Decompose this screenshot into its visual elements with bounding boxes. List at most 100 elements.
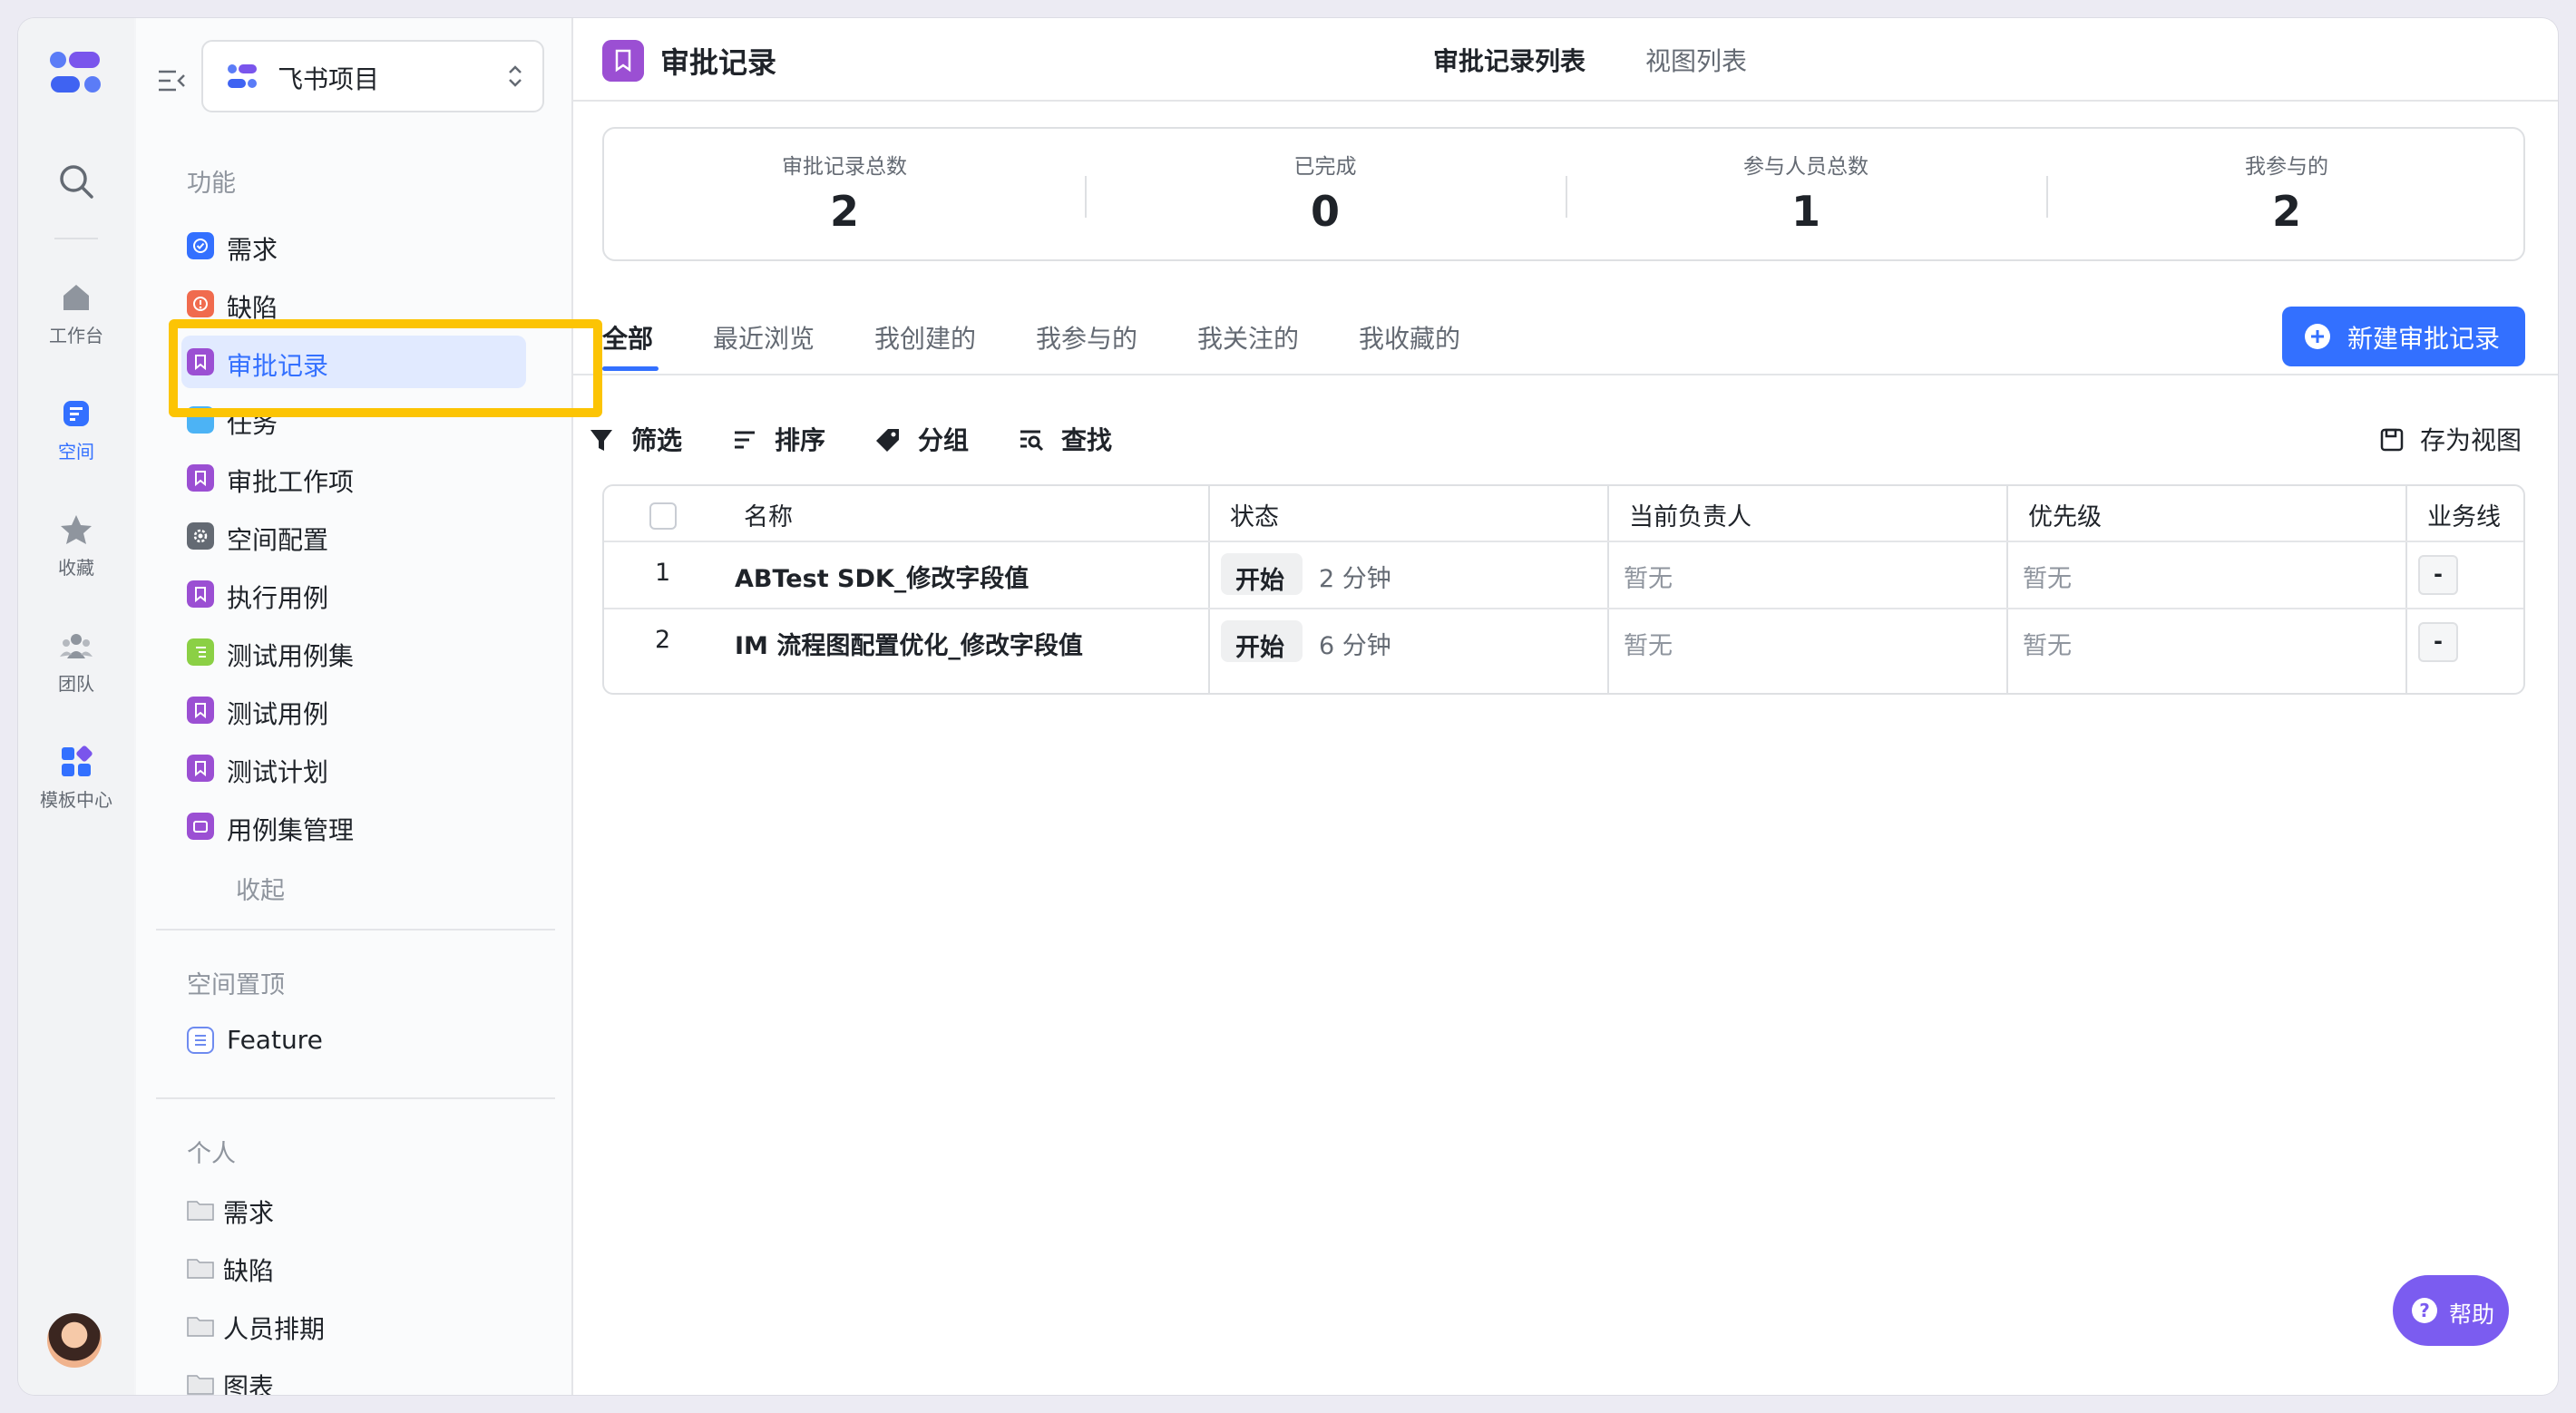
rail-item-workbench[interactable]: 工作台 — [18, 279, 134, 347]
sidebar-item-personal-charts[interactable]: 图表 — [181, 1357, 526, 1395]
priority-value[interactable]: 暂无 — [2023, 626, 2072, 661]
requirement-icon — [187, 232, 214, 259]
help-button[interactable]: ? 帮助 — [2393, 1275, 2509, 1346]
sidebar-item-space-config[interactable]: 空间配置 — [181, 510, 526, 562]
active-tab-indicator — [602, 366, 659, 371]
sidebar-item-test-cases[interactable]: 测试用例 — [181, 684, 526, 736]
sidebar-item-label: 审批工作项 — [227, 467, 355, 497]
record-name[interactable]: IM 流程图配置优化_修改字段值 — [735, 626, 1083, 661]
tab-participating[interactable]: 我参与的 — [1036, 319, 1137, 356]
sidebar-item-label: 需求 — [223, 1198, 275, 1228]
folder-box-icon — [187, 813, 214, 840]
sidebar-item-label: 图表 — [223, 1372, 275, 1395]
stat-total-records: 审批记录总数 2 — [604, 129, 1085, 263]
find-icon — [1020, 430, 1044, 452]
list-icon — [187, 638, 214, 666]
sidebar-item-label: 缺陷 — [227, 293, 278, 323]
status-badge[interactable]: 开始 — [1221, 553, 1303, 595]
bookmark-icon — [187, 697, 214, 724]
template-icon — [62, 745, 93, 776]
sidebar-item-personal-defects[interactable]: 缺陷 — [181, 1241, 526, 1293]
app-window: 工作台 空间 收藏 团队 模板中心 飞书项目 功能 需求 缺陷 任务 审批记录 … — [18, 18, 2558, 1395]
section-title-personal: 个人 — [187, 1140, 236, 1168]
tag-icon — [876, 429, 899, 452]
sidebar-item-approval-records[interactable]: 审批记录 — [181, 336, 526, 388]
project-logo-icon — [228, 64, 257, 88]
stat-my-participation: 我参与的 2 — [2046, 129, 2527, 263]
main-content: 审批记录 审批记录列表 视图列表 审批记录总数 2 已完成 0 参与人员总数 1… — [573, 18, 2558, 1395]
collapse-features-link[interactable]: 收起 — [236, 871, 285, 906]
sidebar-item-label: Feature — [227, 1025, 323, 1055]
search-icon[interactable] — [54, 160, 98, 203]
sidebar-item-label: 审批记录 — [227, 351, 329, 381]
folder-icon — [187, 1317, 214, 1337]
bookmark-icon — [187, 580, 214, 608]
column-divider — [2405, 486, 2407, 693]
filter-icon — [590, 430, 612, 451]
sidebar-item-personal-scheduling[interactable]: 人员排期 — [181, 1299, 526, 1351]
question-circle-icon: ? — [2412, 1298, 2437, 1323]
project-selector[interactable]: 飞书项目 — [201, 40, 544, 112]
sidebar-divider — [156, 1097, 555, 1099]
tab-view-list[interactable]: 视图列表 — [1645, 42, 1747, 78]
owner-value[interactable]: 暂无 — [1624, 559, 1673, 594]
sidebar-item-label: 任务 — [227, 409, 278, 439]
stat-label: 审批记录总数 — [782, 155, 907, 179]
tab-all[interactable]: 全部 — [602, 319, 653, 356]
app-logo-icon[interactable] — [47, 49, 105, 98]
gear-icon — [187, 522, 214, 550]
sidebar-item-case-set-management[interactable]: 用例集管理 — [181, 800, 526, 853]
sidebar-item-test-case-sets[interactable]: 测试用例集 — [181, 626, 526, 678]
folder-icon — [187, 1201, 214, 1221]
business-line-value[interactable]: - — [2418, 622, 2458, 662]
sidebar-item-tasks[interactable]: 任务 — [181, 394, 526, 446]
priority-value[interactable]: 暂无 — [2023, 559, 2072, 594]
collapse-sidebar-icon[interactable] — [156, 65, 187, 96]
sidebar-item-execute-cases[interactable]: 执行用例 — [181, 568, 526, 620]
tab-created-by-me[interactable]: 我创建的 — [874, 319, 976, 356]
svg-text:?: ? — [2419, 1300, 2430, 1321]
save-view-label: 存为视图 — [2420, 425, 2522, 455]
sidebar-item-feature[interactable]: Feature — [181, 1014, 526, 1067]
business-line-value[interactable]: - — [2418, 555, 2458, 595]
sort-label: 排序 — [775, 425, 826, 455]
avatar[interactable] — [47, 1313, 102, 1368]
rail-item-templates[interactable]: 模板中心 — [18, 744, 134, 812]
list-icon — [187, 1027, 214, 1054]
rail-item-favorites[interactable]: 收藏 — [18, 512, 134, 580]
sidebar-item-requirements[interactable]: 需求 — [181, 219, 526, 272]
sidebar-item-approval-work-items[interactable]: 审批工作项 — [181, 452, 526, 504]
owner-value[interactable]: 暂无 — [1624, 626, 1673, 661]
space-icon — [63, 401, 89, 426]
tab-favorites[interactable]: 我收藏的 — [1359, 319, 1460, 356]
group-label: 分组 — [918, 425, 970, 455]
sidebar-item-defects[interactable]: 缺陷 — [181, 278, 526, 330]
chevron-updown-icon — [509, 65, 522, 87]
status-badge[interactable]: 开始 — [1221, 620, 1303, 662]
new-approval-record-button[interactable]: 新建审批记录 — [2282, 307, 2525, 366]
rail-item-label: 模板中心 — [40, 789, 112, 811]
defect-icon — [187, 290, 214, 317]
tabs-divider — [573, 374, 2558, 375]
save-icon — [2380, 428, 2404, 452]
tab-record-list[interactable]: 审批记录列表 — [1433, 42, 1586, 78]
tab-recent[interactable]: 最近浏览 — [713, 319, 815, 356]
tab-following[interactable]: 我关注的 — [1197, 319, 1299, 356]
rail-item-space[interactable]: 空间 — [18, 395, 134, 463]
sidebar-item-test-plans[interactable]: 测试计划 — [181, 742, 526, 794]
record-name[interactable]: ABTest SDK_修改字段值 — [735, 559, 1029, 594]
select-all-checkbox[interactable] — [649, 502, 677, 530]
sidebar-item-personal-requirements[interactable]: 需求 — [181, 1183, 526, 1235]
stat-completed: 已完成 0 — [1085, 129, 1566, 263]
new-button-label: 新建审批记录 — [2347, 324, 2501, 354]
bookmark-icon — [602, 40, 644, 82]
sidebar-item-label: 用例集管理 — [227, 815, 355, 845]
sidebar-item-label: 测试用例集 — [227, 641, 355, 671]
bookmark-icon — [187, 348, 214, 375]
stat-participants: 参与人员总数 1 — [1566, 129, 2046, 263]
row-divider — [604, 541, 2523, 542]
sidebar: 飞书项目 功能 需求 缺陷 任务 审批记录 审批工作项 空间配置 执行用例 测试… — [136, 18, 573, 1395]
rail-item-team[interactable]: 团队 — [18, 628, 134, 696]
rail-item-label: 工作台 — [49, 325, 103, 346]
sidebar-item-label: 空间配置 — [227, 525, 329, 555]
